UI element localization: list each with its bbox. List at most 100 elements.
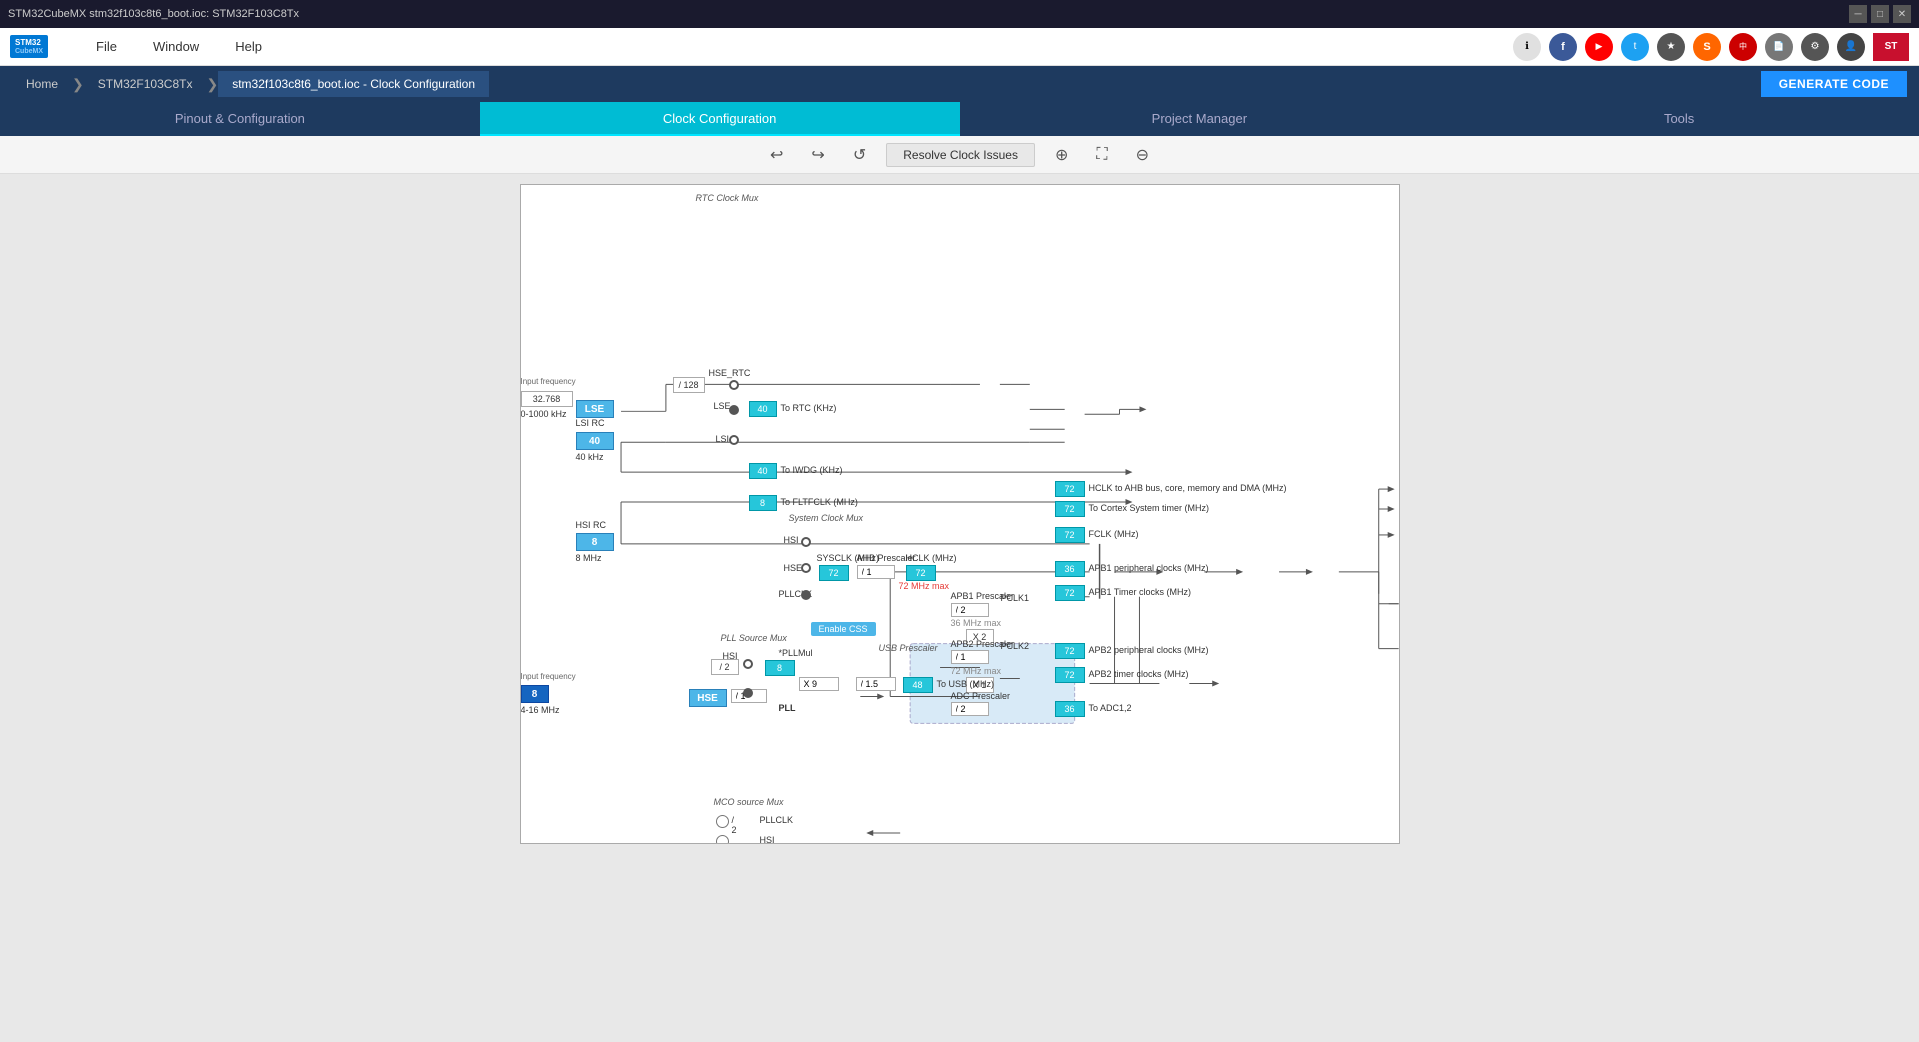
- hclk-ahb-label: HCLK to AHB bus, core, memory and DMA (M…: [1089, 483, 1287, 493]
- sysclk-mux-hse[interactable]: [801, 563, 811, 573]
- apb2-72mhz-max: 72 MHz max: [951, 666, 1002, 676]
- hsi-div2-box: / 2: [711, 659, 739, 675]
- bc-home[interactable]: Home: [12, 71, 72, 97]
- hsi-rc-box[interactable]: 8: [576, 533, 614, 551]
- icon-star[interactable]: ★: [1657, 33, 1685, 61]
- hse-mux-label: HSE: [784, 563, 803, 573]
- cortex-timer-label: To Cortex System timer (MHz): [1089, 503, 1210, 513]
- mco-radio-pllclk[interactable]: [716, 815, 729, 828]
- apb2-timer-value: 72: [1055, 667, 1085, 683]
- pclk1-label: PCLK1: [1001, 593, 1030, 603]
- tab-pinout[interactable]: Pinout & Configuration: [0, 102, 480, 136]
- rtc-mux-circle-lsi[interactable]: [729, 435, 739, 445]
- sysclk-value-box[interactable]: 72: [819, 565, 849, 581]
- undo-button[interactable]: ↩: [762, 141, 791, 169]
- apb1-timer-value: 72: [1055, 585, 1085, 601]
- rtc-clock-mux-label: RTC Clock Mux: [696, 193, 759, 203]
- close-button[interactable]: ✕: [1893, 5, 1911, 23]
- pll-source-mux-label: PLL Source Mux: [721, 633, 787, 643]
- bc-current[interactable]: stm32f103c8t6_boot.ioc - Clock Configura…: [218, 71, 489, 97]
- lse-box[interactable]: LSE: [576, 400, 614, 418]
- titlebar-controls[interactable]: ─ □ ✕: [1849, 5, 1911, 23]
- pclk2-label: PCLK2: [1001, 641, 1030, 651]
- redo-button[interactable]: ↪: [803, 141, 832, 169]
- rtc-mux-circle-lse[interactable]: [729, 405, 739, 415]
- apb2-timer-label: APB2 timer clocks (MHz): [1089, 669, 1189, 679]
- pll-mux-hsi[interactable]: [743, 659, 753, 669]
- icon-settings[interactable]: ⚙: [1801, 33, 1829, 61]
- lse-rtc-label: LSE: [714, 401, 731, 411]
- tab-tools[interactable]: Tools: [1439, 102, 1919, 136]
- lsi-rc-box[interactable]: 40: [576, 432, 614, 450]
- icon-facebook[interactable]: f: [1549, 33, 1577, 61]
- hsi-8mhz-label: 8 MHz: [576, 553, 602, 563]
- hsi-mux-label: HSI: [784, 535, 799, 545]
- icon-user[interactable]: 👤: [1837, 33, 1865, 61]
- icon-st[interactable]: ST: [1873, 33, 1909, 61]
- sysclk-mux-hsi[interactable]: [801, 537, 811, 547]
- menubar: STM32 CubeMX File Window Help ℹ f ▶ t ★ …: [0, 28, 1919, 66]
- usb-value: 48: [903, 677, 933, 693]
- lse-freq-value[interactable]: 32.768: [521, 391, 573, 407]
- zoom-in-button[interactable]: ⊕: [1047, 141, 1076, 169]
- logo: STM32 CubeMX: [10, 35, 48, 58]
- menu-help[interactable]: Help: [217, 33, 280, 60]
- fit-button[interactable]: ⛶: [1088, 142, 1115, 168]
- menu-window[interactable]: Window: [135, 33, 217, 60]
- system-clock-mux-label: System Clock Mux: [789, 513, 864, 523]
- clock-diagram: RTC Clock Mux Input frequency 32.768 0-1…: [520, 184, 1400, 844]
- hsi-rc-label: HSI RC: [576, 520, 607, 530]
- resolve-clock-issues-button[interactable]: Resolve Clock Issues: [886, 143, 1035, 167]
- icon-s[interactable]: S: [1693, 33, 1721, 61]
- generate-code-button[interactable]: GENERATE CODE: [1761, 71, 1907, 97]
- icon-doc[interactable]: 📄: [1765, 33, 1793, 61]
- pll-mul-value[interactable]: 8: [765, 660, 795, 676]
- icon-twitter[interactable]: t: [1621, 33, 1649, 61]
- iwdg-value-box: 40: [749, 463, 777, 479]
- apb1-periph-value: 36: [1055, 561, 1085, 577]
- ahb-prescaler-select[interactable]: / 1: [857, 565, 895, 579]
- tab-clock[interactable]: Clock Configuration: [480, 102, 960, 136]
- usb-prescaler-select[interactable]: / 1.5: [856, 677, 896, 691]
- hse-rtc-label: HSE_RTC: [709, 368, 751, 378]
- mco-source-mux-label: MCO source Mux: [714, 797, 784, 807]
- titlebar: STM32CubeMX stm32f103c8t6_boot.ioc: STM3…: [0, 0, 1919, 28]
- hclk-value-box[interactable]: 72: [906, 565, 936, 581]
- to-rtc-label: To RTC (KHz): [781, 403, 837, 413]
- adc-prescaler-label: ADC Prescaler: [951, 691, 1011, 701]
- refresh-button[interactable]: ↺: [845, 141, 874, 169]
- lsi-rc-label: LSI RC: [576, 418, 605, 428]
- sysclk-mux-pll[interactable]: [801, 590, 811, 600]
- adc-prescaler-select[interactable]: / 2: [951, 702, 989, 716]
- input-freq-hse-label: Input frequency: [521, 672, 576, 681]
- to-iwdg-label: To IWDG (KHz): [781, 465, 843, 475]
- menu-file[interactable]: File: [78, 33, 135, 60]
- icon-zh[interactable]: 中: [1729, 33, 1757, 61]
- hse-freq-box[interactable]: 8: [521, 685, 549, 703]
- cortex-timer-value: 72: [1055, 501, 1085, 517]
- rtc-mux-circle-hse[interactable]: [729, 380, 739, 390]
- pll-mul-select[interactable]: X 9: [799, 677, 839, 691]
- breadcrumb: Home ❯ STM32F103C8Tx ❯ stm32f103c8t6_boo…: [0, 66, 1919, 102]
- apb2-prescaler-select[interactable]: / 1: [951, 650, 989, 664]
- mco-div2-label: / 2: [732, 815, 737, 835]
- toolbar: ↩ ↪ ↺ Resolve Clock Issues ⊕ ⛶ ⊖: [0, 136, 1919, 174]
- tabbar: Pinout & Configuration Clock Configurati…: [0, 102, 1919, 136]
- minimize-button[interactable]: ─: [1849, 5, 1867, 23]
- icon-youtube[interactable]: ▶: [1585, 33, 1613, 61]
- apb2-periph-value: 72: [1055, 643, 1085, 659]
- restore-button[interactable]: □: [1871, 5, 1889, 23]
- enable-css-button[interactable]: Enable CSS: [811, 622, 876, 636]
- to-adc-label: To ADC1,2: [1089, 703, 1132, 713]
- pll-mux-hse[interactable]: [743, 688, 753, 698]
- bc-device[interactable]: STM32F103C8Tx: [84, 71, 207, 97]
- hclk-label: HCLK (MHz): [906, 553, 957, 563]
- tab-project[interactable]: Project Manager: [960, 102, 1440, 136]
- mco-radio-hsi[interactable]: [716, 835, 729, 844]
- hse-box[interactable]: HSE: [689, 689, 727, 707]
- icon-info[interactable]: ℹ: [1513, 33, 1541, 61]
- input-freq-lse-label: Input frequency: [521, 377, 576, 386]
- apb1-prescaler-select[interactable]: / 2: [951, 603, 989, 617]
- logo-cubemx: CubeMX: [15, 48, 43, 55]
- zoom-out-button[interactable]: ⊖: [1128, 141, 1157, 169]
